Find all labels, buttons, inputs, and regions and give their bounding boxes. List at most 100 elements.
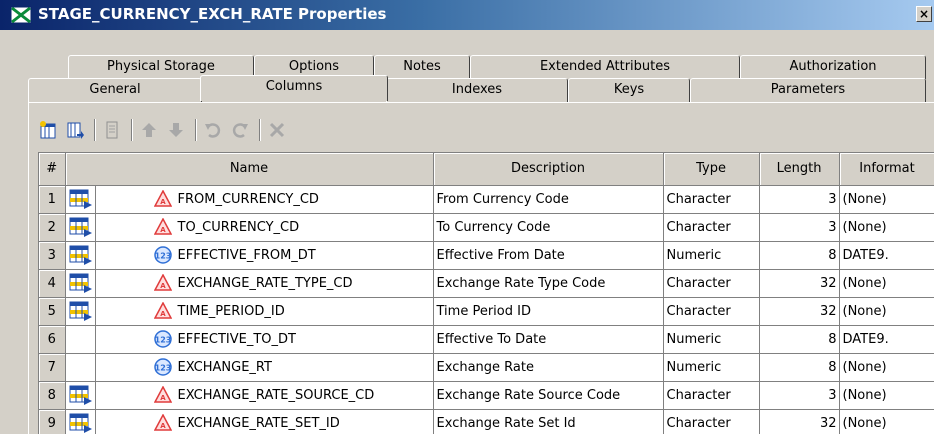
character-type-icon: A — [153, 386, 172, 403]
table-row[interactable]: 5 A TIME_PERIOD_ID Time Period ID Charac… — [39, 297, 934, 326]
type-cell[interactable]: Numeric — [663, 325, 760, 354]
header-type[interactable]: Type — [663, 153, 760, 186]
svg-text:123: 123 — [154, 252, 171, 261]
properties-icon[interactable] — [100, 118, 124, 142]
columns-table: # Name Description Type Length Informat … — [39, 153, 934, 434]
table-row[interactable]: 1 A FROM_CURRENCY_CD From Currency Code … — [39, 185, 934, 214]
informat-cell[interactable]: (None) — [839, 297, 934, 326]
type-cell[interactable]: Numeric — [663, 241, 760, 270]
table-row[interactable]: 2 A TO_CURRENCY_CD To Currency Code Char… — [39, 213, 934, 242]
informat-cell[interactable]: (None) — [839, 381, 934, 410]
name-cell[interactable]: A EXCHANGE_RATE_SET_ID — [95, 409, 434, 434]
description-cell[interactable]: Exchange Rate Type Code — [433, 269, 664, 298]
name-cell[interactable]: A TIME_PERIOD_ID — [95, 297, 434, 326]
informat-cell[interactable]: (None) — [839, 409, 934, 434]
tab-indexes[interactable]: Indexes — [386, 78, 568, 104]
type-cell[interactable]: Character — [663, 213, 760, 242]
key-column-icon — [69, 413, 92, 433]
length-cell[interactable]: 8 — [759, 241, 840, 270]
informat-cell[interactable]: (None) — [839, 185, 934, 214]
tab-keys[interactable]: Keys — [568, 78, 690, 104]
new-column-icon[interactable] — [36, 118, 60, 142]
name-cell[interactable]: 123 EXCHANGE_RT — [95, 353, 434, 382]
undo-icon[interactable] — [201, 118, 225, 142]
length-cell[interactable]: 32 — [759, 269, 840, 298]
type-cell[interactable]: Character — [663, 297, 760, 326]
informat-cell[interactable]: (None) — [839, 213, 934, 242]
name-cell[interactable]: A FROM_CURRENCY_CD — [95, 185, 434, 214]
table-row[interactable]: 4 A EXCHANGE_RATE_TYPE_CD Exchange Rate … — [39, 269, 934, 298]
description-cell[interactable]: Effective To Date — [433, 325, 664, 354]
description-cell[interactable]: Exchange Rate Source Code — [433, 381, 664, 410]
import-column-icon[interactable] — [63, 118, 87, 142]
close-button[interactable]: × — [916, 6, 932, 22]
informat-cell[interactable]: (None) — [839, 353, 934, 382]
tab-parameters[interactable]: Parameters — [690, 78, 926, 104]
key-column-icon — [69, 245, 92, 265]
table-row[interactable]: 9 A EXCHANGE_RATE_SET_ID Exchange Rate S… — [39, 409, 934, 434]
description-cell[interactable]: To Currency Code — [433, 213, 664, 242]
type-cell[interactable]: Character — [663, 381, 760, 410]
move-up-icon[interactable] — [137, 118, 161, 142]
description-cell[interactable]: From Currency Code — [433, 185, 664, 214]
name-cell[interactable]: 123 EFFECTIVE_FROM_DT — [95, 241, 434, 270]
informat-cell[interactable]: DATE9. — [839, 325, 934, 354]
name-cell[interactable]: A TO_CURRENCY_CD — [95, 213, 434, 242]
length-cell[interactable]: 8 — [759, 353, 840, 382]
informat-cell[interactable]: DATE9. — [839, 241, 934, 270]
row-number[interactable]: 9 — [39, 409, 66, 434]
row-number[interactable]: 4 — [39, 269, 66, 298]
tab-columns[interactable]: Columns — [200, 75, 388, 101]
svg-text:A: A — [160, 422, 166, 430]
table-row[interactable]: 8 A EXCHANGE_RATE_SOURCE_CD Exchange Rat… — [39, 381, 934, 410]
tab-general[interactable]: General — [28, 78, 202, 104]
length-cell[interactable]: 32 — [759, 297, 840, 326]
header-name[interactable]: Name — [65, 153, 434, 186]
table-row[interactable]: 7 123 EXCHANGE_RT Exchange Rate Numeric … — [39, 353, 934, 382]
name-cell[interactable]: 123 EFFECTIVE_TO_DT — [95, 325, 434, 354]
length-cell[interactable]: 32 — [759, 409, 840, 434]
tab-extended-attributes[interactable]: Extended Attributes — [470, 55, 740, 79]
length-cell[interactable]: 3 — [759, 381, 840, 410]
header-row-number[interactable]: # — [39, 153, 66, 186]
row-number[interactable]: 2 — [39, 213, 66, 242]
name-cell[interactable]: A EXCHANGE_RATE_TYPE_CD — [95, 269, 434, 298]
table-row[interactable]: 6 123 EFFECTIVE_TO_DT Effective To Date … — [39, 325, 934, 354]
character-type-icon: A — [153, 274, 172, 291]
length-cell[interactable]: 3 — [759, 185, 840, 214]
tab-notes[interactable]: Notes — [374, 55, 470, 79]
type-cell[interactable]: Character — [663, 269, 760, 298]
svg-text:A: A — [160, 310, 166, 318]
key-cell — [65, 185, 96, 214]
row-number[interactable]: 5 — [39, 297, 66, 326]
redo-icon[interactable] — [228, 118, 252, 142]
length-cell[interactable]: 8 — [759, 325, 840, 354]
row-number[interactable]: 8 — [39, 381, 66, 410]
type-cell[interactable]: Numeric — [663, 353, 760, 382]
key-column-icon — [69, 189, 92, 209]
delete-icon[interactable] — [265, 118, 289, 142]
description-cell[interactable]: Time Period ID — [433, 297, 664, 326]
informat-cell[interactable]: (None) — [839, 269, 934, 298]
row-number[interactable]: 3 — [39, 241, 66, 270]
character-type-icon: A — [153, 218, 172, 235]
key-column-icon — [69, 301, 92, 321]
row-number[interactable]: 1 — [39, 185, 66, 214]
table-row[interactable]: 3 123 EFFECTIVE_FROM_DT Effective From D… — [39, 241, 934, 270]
header-description[interactable]: Description — [433, 153, 664, 186]
description-cell[interactable]: Effective From Date — [433, 241, 664, 270]
row-number[interactable]: 7 — [39, 353, 66, 382]
description-cell[interactable]: Exchange Rate — [433, 353, 664, 382]
row-number[interactable]: 6 — [39, 325, 66, 354]
header-informat[interactable]: Informat — [839, 153, 934, 186]
type-cell[interactable]: Character — [663, 185, 760, 214]
column-name: TIME_PERIOD_ID — [177, 303, 285, 319]
tab-authorization[interactable]: Authorization — [740, 55, 926, 79]
move-down-icon[interactable] — [164, 118, 188, 142]
length-cell[interactable]: 3 — [759, 213, 840, 242]
header-length[interactable]: Length — [759, 153, 840, 186]
name-cell[interactable]: A EXCHANGE_RATE_SOURCE_CD — [95, 381, 434, 410]
svg-text:123: 123 — [154, 336, 171, 345]
description-cell[interactable]: Exchange Rate Set Id — [433, 409, 664, 434]
type-cell[interactable]: Character — [663, 409, 760, 434]
